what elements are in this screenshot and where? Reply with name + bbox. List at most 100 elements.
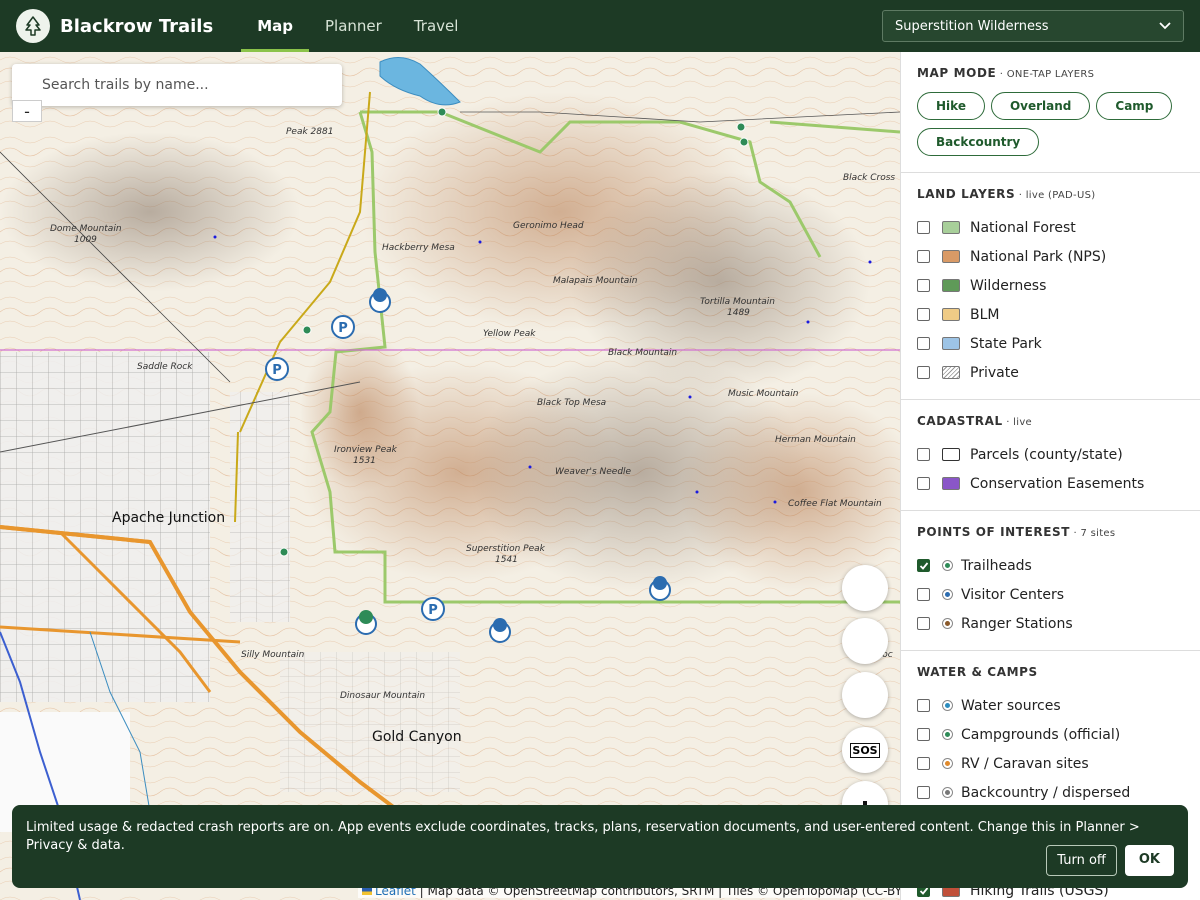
poi-dot	[942, 589, 953, 600]
trail-search-input[interactable]	[42, 77, 322, 93]
checkbox[interactable]	[917, 477, 930, 490]
trail-search-box	[12, 64, 342, 106]
checkbox[interactable]	[917, 308, 930, 321]
top-bar: Blackrow Trails Map Planner Travel Super…	[0, 0, 1200, 52]
checkbox[interactable]	[917, 250, 930, 263]
map-canvas[interactable]: Peak 2881 Dome Mountain 1009 Hackberry M…	[0, 52, 900, 900]
main-nav: Map Planner Travel	[241, 0, 474, 52]
layer-swatch	[942, 308, 960, 321]
layer-row-parcels[interactable]: Parcels (county/state)	[917, 440, 1184, 469]
map-label: Dome Mountain	[50, 224, 122, 234]
map-mode-chips: Hike Overland Camp Backcountry	[917, 92, 1184, 156]
layer-row-national-park[interactable]: National Park (NPS)	[917, 242, 1184, 271]
topo-basemap	[0, 52, 900, 900]
row-water-sources[interactable]: Water sources	[917, 691, 1184, 720]
layer-row-wilderness[interactable]: Wilderness	[917, 271, 1184, 300]
layer-row-blm[interactable]: BLM	[917, 300, 1184, 329]
mode-chip-hike[interactable]: Hike	[917, 92, 985, 120]
layer-swatch	[942, 279, 960, 292]
checkbox[interactable]	[917, 337, 930, 350]
trailhead-marker[interactable]	[354, 608, 378, 636]
layer-swatch	[942, 477, 960, 490]
cadastral-section: CADASTRAL · live Parcels (county/state) …	[901, 400, 1200, 511]
row-rv-sites[interactable]: RV / Caravan sites	[917, 749, 1184, 778]
tab-map[interactable]: Map	[241, 0, 309, 52]
row-backcountry[interactable]: Backcountry / dispersed	[917, 778, 1184, 807]
mode-chip-camp[interactable]: Camp	[1096, 92, 1173, 120]
app-title: Blackrow Trails	[60, 15, 214, 37]
parking-marker[interactable]: P	[264, 356, 290, 382]
tab-planner[interactable]: Planner	[309, 0, 398, 52]
checkbox[interactable]	[917, 588, 930, 601]
poi-row-trailheads[interactable]: Trailheads	[917, 551, 1184, 580]
layer-swatch	[942, 221, 960, 234]
parking-marker[interactable]: P	[420, 596, 446, 622]
map-label: Hackberry Mesa	[382, 243, 455, 253]
region-select-value: Superstition Wilderness	[895, 18, 1049, 34]
layer-swatch	[942, 337, 960, 350]
poi-dot	[942, 758, 953, 769]
sos-label: SOS	[850, 742, 880, 758]
water-camps-section: WATER & CAMPS Water sources Campgrounds …	[901, 651, 1200, 819]
map-label: Black Cross	[843, 173, 896, 183]
section-title: MAP MODE · ONE-TAP LAYERS	[917, 66, 1095, 80]
map-label: Geronimo Head	[513, 221, 584, 231]
zoom-out-button[interactable]: -	[12, 100, 42, 122]
visitor-center-marker[interactable]	[368, 286, 392, 314]
app-root: Blackrow Trails Map Planner Travel Super…	[0, 0, 1200, 900]
checkbox[interactable]	[917, 279, 930, 292]
visitor-center-marker[interactable]	[648, 574, 672, 602]
layer-row-private[interactable]: Private	[917, 358, 1184, 387]
map-control-button[interactable]	[842, 672, 888, 718]
brand[interactable]: Blackrow Trails	[16, 9, 213, 43]
checkbox[interactable]	[917, 366, 930, 379]
tab-travel[interactable]: Travel	[398, 0, 475, 52]
checkbox[interactable]	[917, 757, 930, 770]
visitor-center-marker[interactable]	[488, 616, 512, 644]
sos-button[interactable]: SOS	[842, 727, 888, 773]
layer-row-state-park[interactable]: State Park	[917, 329, 1184, 358]
svg-text:P: P	[428, 603, 438, 618]
map-label: Silly Mountain	[241, 650, 305, 660]
map-label: Black Top Mesa	[537, 398, 607, 408]
map-control-button[interactable]	[842, 618, 888, 664]
map-label: 1531	[353, 456, 376, 466]
map-mode-section: MAP MODE · ONE-TAP LAYERS Hike Overland …	[901, 52, 1200, 173]
map-control-button[interactable]	[842, 565, 888, 611]
mode-chip-backcountry[interactable]: Backcountry	[917, 128, 1040, 156]
map-label: Peak 2881	[286, 127, 334, 137]
checkbox[interactable]	[917, 221, 930, 234]
checkbox[interactable]	[917, 728, 930, 741]
poi-row-ranger-stations[interactable]: Ranger Stations	[917, 609, 1184, 638]
section-title: WATER & CAMPS	[917, 665, 1038, 679]
map-label: Weaver's Needle	[555, 467, 632, 477]
map-label: Yellow Peak	[483, 329, 536, 339]
turn-off-button[interactable]: Turn off	[1046, 845, 1117, 876]
parking-marker[interactable]: P	[330, 314, 356, 340]
map-label: Ironview Peak	[334, 445, 397, 455]
layer-swatch	[942, 250, 960, 263]
layer-row-easements[interactable]: Conservation Easements	[917, 469, 1184, 498]
region-select[interactable]: Superstition Wilderness	[882, 10, 1184, 42]
poi-row-visitor-centers[interactable]: Visitor Centers	[917, 580, 1184, 609]
checkbox[interactable]	[917, 786, 930, 799]
checkbox[interactable]	[917, 448, 930, 461]
section-title: CADASTRAL · live	[917, 414, 1033, 428]
mode-chip-overland[interactable]: Overland	[990, 92, 1091, 120]
chevron-down-icon	[1159, 22, 1171, 30]
checkbox[interactable]	[917, 617, 930, 630]
ok-button[interactable]: OK	[1124, 845, 1174, 876]
map-label: 1009	[74, 235, 97, 245]
svg-text:P: P	[338, 321, 348, 336]
tree-logo-icon	[16, 9, 50, 43]
privacy-banner: Limited usage & redacted crash reports a…	[12, 805, 1188, 888]
map-label: Coffee Flat Mountain	[788, 499, 882, 509]
row-campgrounds[interactable]: Campgrounds (official)	[917, 720, 1184, 749]
layers-panel: MAP MODE · ONE-TAP LAYERS Hike Overland …	[900, 52, 1200, 900]
checkbox[interactable]	[917, 699, 930, 712]
map-label: Black Mountain	[608, 348, 678, 358]
layer-row-national-forest[interactable]: National Forest	[917, 213, 1184, 242]
checkbox-checked[interactable]	[917, 559, 930, 572]
section-title: LAND LAYERS · live (PAD-US)	[917, 187, 1096, 201]
map-label: Malapais Mountain	[553, 276, 638, 286]
